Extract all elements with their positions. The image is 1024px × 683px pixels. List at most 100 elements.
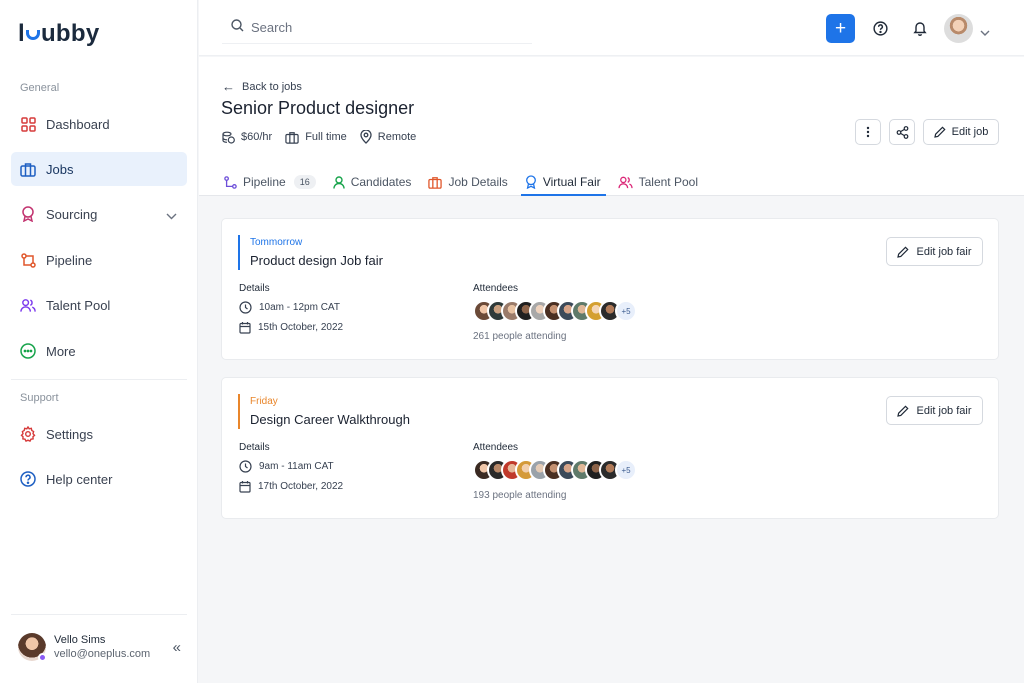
sidebar-item-label: Dashboard (46, 116, 110, 132)
job-tabs: Pipeline 16 Candidates Job Details Virtu… (224, 169, 715, 196)
fair-title: Design Career Walkthrough (250, 412, 410, 427)
attendee-avatars[interactable]: +5 (473, 459, 637, 481)
pencil-icon (897, 404, 910, 417)
job-location: Remote (360, 130, 416, 144)
chevron-down-icon (166, 208, 177, 223)
logo-text-post: ubby (40, 20, 100, 47)
job-rate: $60/hr (222, 131, 272, 144)
clock-icon (239, 301, 252, 314)
add-button[interactable]: + (826, 14, 855, 43)
job-fair-card: Tommorrow Product design Job fair Edit j… (221, 218, 999, 360)
attendees-label: Attendees (473, 283, 519, 294)
topbar: + (199, 0, 1024, 56)
collapse-sidebar-button[interactable]: « (173, 639, 181, 656)
count-badge: 16 (293, 175, 316, 189)
sidebar-item-settings[interactable]: Settings (11, 417, 187, 451)
sidebar-divider (11, 379, 187, 380)
section-label-general: General (20, 82, 60, 94)
page-title: Senior Product designer (221, 98, 415, 118)
user-email: vello@oneplus.com (54, 648, 151, 660)
sidebar-item-label: Help center (46, 471, 113, 487)
edit-job-button[interactable]: Edit job (923, 119, 999, 145)
calendar-icon (239, 481, 251, 493)
sidebar-item-help-center[interactable]: Help center (11, 462, 187, 496)
job-type: Full time (285, 131, 347, 144)
sidebar-item-dashboard[interactable]: Dashboard (11, 107, 187, 141)
accent-bar (238, 394, 240, 429)
more-icon (20, 343, 36, 359)
attendee-avatars[interactable]: +5 (473, 300, 637, 322)
tab-talent-pool[interactable]: Talent Pool (617, 169, 698, 195)
search-input[interactable] (251, 20, 521, 35)
job-fair-card: Friday Design Career Walkthrough Edit jo… (221, 377, 999, 519)
share-icon (896, 125, 908, 139)
fair-time: 10am - 12pm CAT (239, 301, 340, 314)
tab-virtual-fair[interactable]: Virtual Fair (520, 169, 606, 196)
arrow-left-icon: ← (222, 79, 235, 94)
edit-job-fair-button[interactable]: Edit job fair (886, 396, 983, 425)
logo-mark (25, 30, 40, 40)
sidebar-item-label: Talent Pool (46, 297, 111, 313)
more-options-button[interactable] (855, 119, 881, 145)
bell-icon[interactable] (910, 18, 930, 38)
avatar (18, 633, 47, 662)
help-icon[interactable] (870, 18, 890, 38)
edit-job-fair-button[interactable]: Edit job fair (886, 237, 983, 266)
location-pin-icon (360, 130, 372, 144)
job-header: ← Back to jobs Senior Product designer $… (199, 57, 1024, 196)
calendar-icon (239, 322, 251, 334)
pipeline-icon (224, 175, 237, 189)
sidebar-item-pipeline[interactable]: Pipeline (11, 243, 187, 277)
fair-title: Product design Job fair (250, 253, 383, 268)
job-meta: $60/hr Full time Remote (222, 130, 429, 144)
fair-date: 15th October, 2022 (239, 321, 343, 334)
accent-bar (238, 235, 240, 270)
briefcase-icon (285, 131, 299, 144)
sidebar-item-sourcing[interactable]: Sourcing (11, 197, 187, 231)
search-icon (231, 18, 244, 37)
pencil-icon (933, 126, 946, 138)
attending-count: 261 people attending (473, 331, 567, 342)
dashboard-icon (20, 116, 36, 132)
status-dot (38, 653, 47, 662)
pipeline-icon (20, 252, 36, 268)
details-label: Details (239, 283, 270, 294)
user-icon (333, 175, 345, 189)
sidebar-item-label: Sourcing (46, 206, 98, 222)
clock-icon (239, 460, 252, 473)
sidebar-item-label: Jobs (46, 161, 74, 177)
avatar[interactable] (944, 14, 973, 43)
fair-when: Tommorrow (250, 237, 303, 248)
sidebar-item-talent-pool[interactable]: Talent Pool (11, 288, 187, 322)
users-icon (617, 176, 633, 188)
pencil-icon (897, 245, 910, 258)
gear-icon (20, 426, 36, 442)
user-card[interactable]: Vello Sims vello@oneplus.com « (11, 614, 187, 683)
tab-candidates[interactable]: Candidates (333, 169, 411, 195)
help-icon (20, 471, 36, 487)
briefcase-icon (20, 161, 36, 177)
award-icon (20, 206, 36, 222)
logo[interactable]: l ubby (18, 20, 100, 48)
details-label: Details (239, 442, 270, 453)
sidebar: l ubby General Dashboard Jobs Sourcing P… (0, 0, 198, 683)
sidebar-item-label: Pipeline (46, 252, 93, 268)
search-bar (222, 12, 532, 44)
back-to-jobs-link[interactable]: ← Back to jobs (222, 79, 302, 94)
sidebar-item-label: Settings (46, 426, 93, 442)
section-label-support: Support (20, 392, 59, 404)
tab-job-details[interactable]: Job Details (428, 169, 508, 195)
share-button[interactable] (889, 119, 915, 145)
money-icon (222, 131, 235, 144)
sidebar-item-jobs[interactable]: Jobs (11, 152, 187, 186)
logo-text-pre: l (18, 20, 25, 47)
kebab-icon (866, 126, 870, 138)
attendees-label: Attendees (473, 442, 519, 453)
users-icon (20, 297, 36, 313)
chevron-down-icon[interactable] (980, 23, 990, 41)
award-icon (525, 175, 536, 189)
user-name: Vello Sims (54, 634, 106, 646)
fair-when: Friday (250, 396, 278, 407)
sidebar-item-more[interactable]: More (11, 334, 187, 368)
tab-pipeline[interactable]: Pipeline 16 (224, 169, 316, 195)
